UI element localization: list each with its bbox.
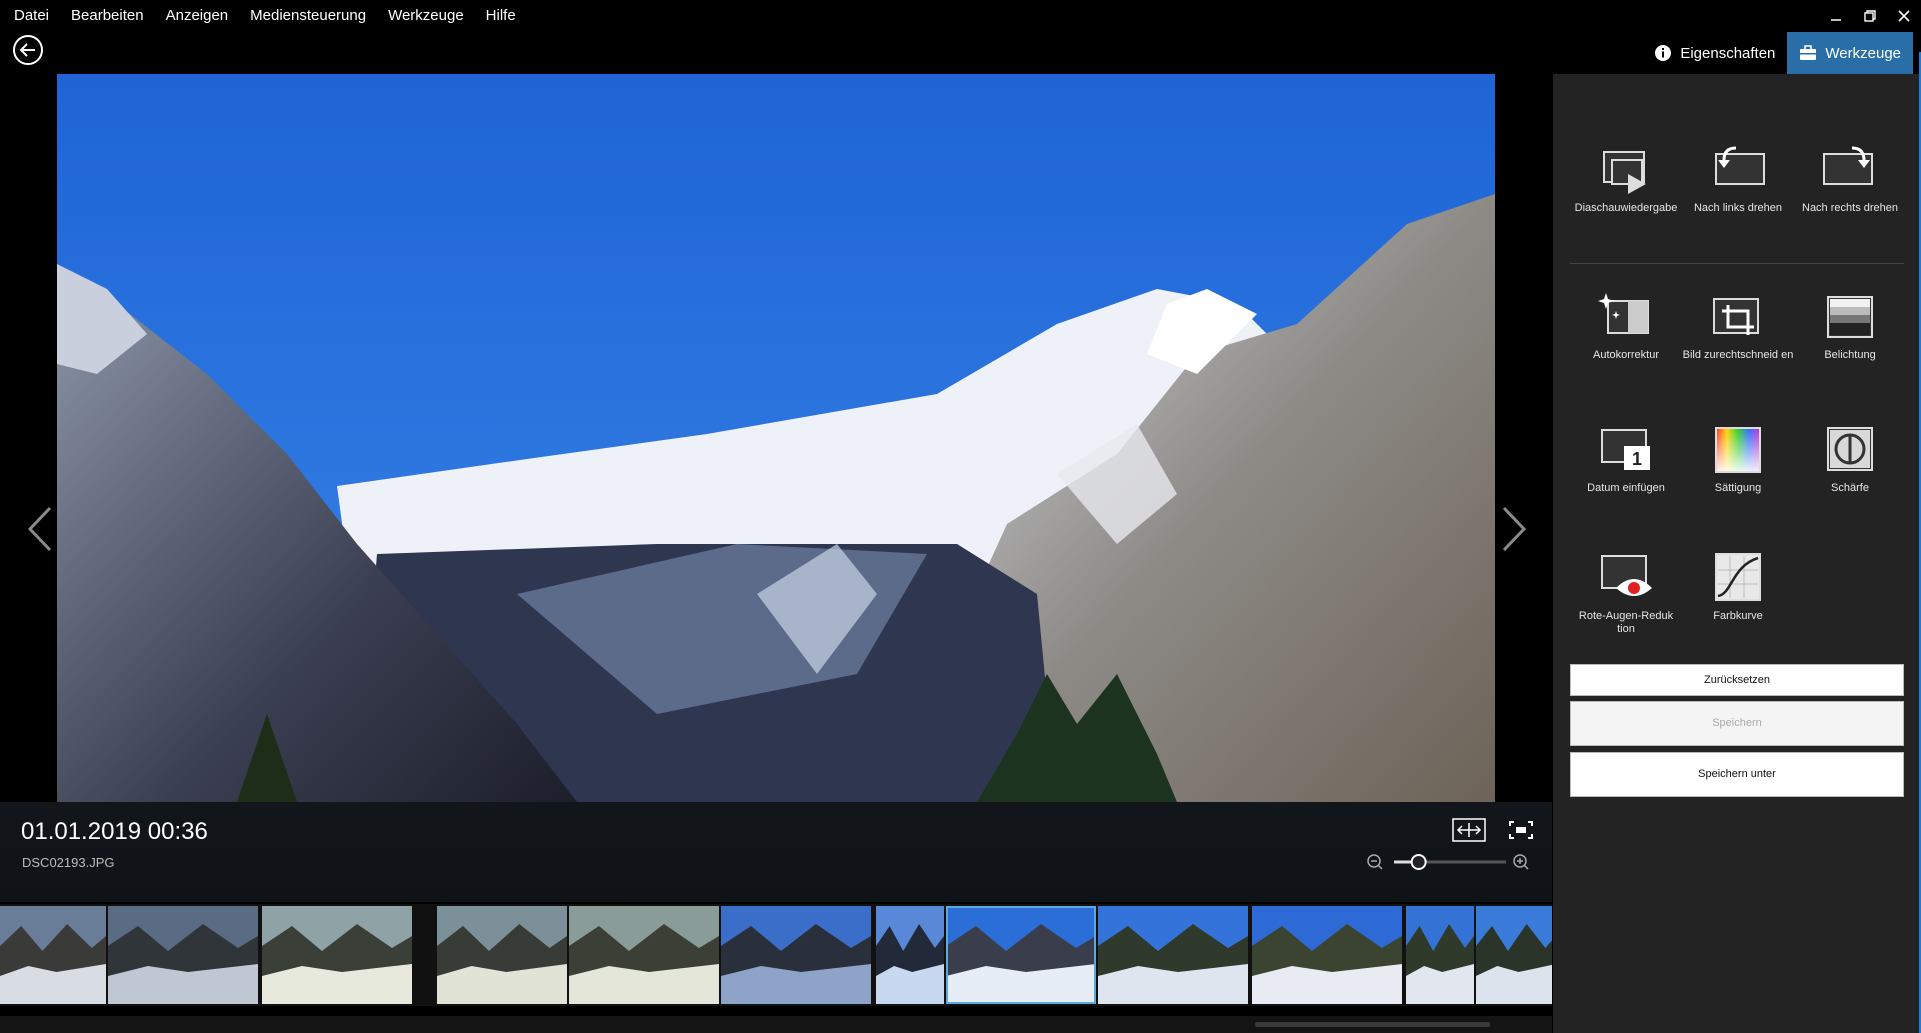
properties-tab[interactable]: Eigenschaften <box>1642 32 1787 74</box>
info-icon <box>1655 45 1672 61</box>
auto-correct-button[interactable]: Autokorrektur <box>1570 287 1682 362</box>
filmstrip-thumbnail[interactable] <box>1476 906 1552 1004</box>
menu-mediensteuerung[interactable]: Mediensteuerung <box>238 0 376 32</box>
panel-tabs: Eigenschaften Werkzeuge <box>1642 32 1913 74</box>
rotate-left-icon <box>1715 146 1765 185</box>
restore-button[interactable] <box>1853 0 1887 32</box>
menu-anzeigen[interactable]: Anzeigen <box>154 0 239 32</box>
color-curve-button[interactable]: Farbkurve <box>1682 548 1794 623</box>
restore-icon <box>1864 10 1876 22</box>
photo-date: 01.01.2019 00:36 <box>21 818 208 845</box>
filmstrip <box>0 904 1552 1006</box>
image-viewer[interactable] <box>0 74 1552 904</box>
zoom-out-icon <box>1367 854 1383 870</box>
crop-icon <box>1713 298 1759 335</box>
reset-button[interactable]: Zurücksetzen <box>1570 664 1904 696</box>
menu-bar: Datei Bearbeiten Anzeigen Mediensteuerun… <box>0 0 1921 32</box>
filmstrip-thumbnail[interactable] <box>108 906 258 1004</box>
sharpness-button[interactable]: Schärfe <box>1794 420 1906 495</box>
auto-correct-icon <box>1598 293 1649 334</box>
sharpness-icon <box>1827 427 1873 471</box>
tools-tab-label: Werkzeuge <box>1825 44 1901 62</box>
red-eye-button[interactable]: Rote-Augen-Reduk tion <box>1570 548 1682 636</box>
filmstrip-thumbnail[interactable] <box>721 906 871 1004</box>
filmstrip-thumbnail[interactable] <box>1406 906 1474 1004</box>
filmstrip-thumbnail[interactable] <box>437 906 567 1004</box>
info-overlay <box>0 802 1552 902</box>
next-arrow-icon[interactable] <box>1498 504 1530 554</box>
photo-filename: DSC02193.JPG <box>22 855 115 870</box>
insert-date-icon: 1 <box>1601 429 1650 470</box>
view-mode-controls <box>1452 818 1538 842</box>
filmstrip-thumbnail[interactable] <box>1252 906 1402 1004</box>
red-eye-icon <box>1601 555 1652 596</box>
saturation-icon <box>1715 427 1761 473</box>
fullscreen-icon[interactable] <box>1504 818 1538 842</box>
menu-datei[interactable]: Datei <box>0 0 59 32</box>
filmstrip-thumbnail[interactable] <box>262 906 412 1004</box>
exposure-button[interactable]: Belichtung <box>1794 287 1906 362</box>
back-button[interactable] <box>12 34 44 66</box>
properties-tab-label: Eigenschaften <box>1680 44 1776 62</box>
scrollbar-thumb[interactable] <box>1255 1022 1490 1027</box>
tools-tab[interactable]: Werkzeuge <box>1787 32 1913 74</box>
minimize-icon <box>1831 19 1841 21</box>
zoom-slider[interactable] <box>1364 852 1534 872</box>
close-icon <box>1898 10 1910 22</box>
svg-text:1: 1 <box>1632 449 1642 469</box>
toolbox-icon <box>1800 45 1817 60</box>
color-curve-icon <box>1715 553 1761 601</box>
save-button[interactable]: Speichern <box>1570 701 1904 746</box>
rotate-left-button[interactable]: Nach links drehen <box>1682 140 1794 215</box>
saturation-button[interactable]: Sättigung <box>1682 420 1794 495</box>
panel-divider <box>1570 263 1904 264</box>
menu-hilfe[interactable]: Hilfe <box>474 0 526 32</box>
fit-to-screen-icon[interactable] <box>1452 818 1486 842</box>
slideshow-button[interactable]: Diaschauwiedergabe <box>1570 140 1682 215</box>
filmstrip-thumbnail[interactable] <box>1098 906 1248 1004</box>
minimize-button[interactable] <box>1819 0 1853 32</box>
zoom-handle <box>1410 854 1427 870</box>
filmstrip-thumbnail[interactable] <box>876 906 944 1004</box>
exposure-icon <box>1827 296 1873 338</box>
close-button[interactable] <box>1887 0 1921 32</box>
window-controls <box>1819 0 1921 32</box>
insert-date-button[interactable]: 1 Datum einfügen <box>1570 420 1682 495</box>
filmstrip-thumbnail[interactable] <box>946 906 1096 1004</box>
slideshow-icon <box>1603 151 1646 194</box>
filmstrip-thumbnail[interactable] <box>569 906 719 1004</box>
menu-werkzeuge[interactable]: Werkzeuge <box>376 0 474 32</box>
rotate-right-button[interactable]: Nach rechts drehen <box>1794 140 1906 215</box>
save-as-button[interactable]: Speichern unter <box>1570 752 1904 797</box>
rotate-right-icon <box>1823 146 1873 185</box>
main-photo <box>57 74 1495 802</box>
zoom-in-icon <box>1513 854 1529 870</box>
previous-arrow-icon[interactable] <box>24 504 56 554</box>
menu-bearbeiten[interactable]: Bearbeiten <box>59 0 154 32</box>
crop-button[interactable]: Bild zurechtschneid en <box>1682 287 1794 362</box>
filmstrip-thumbnail[interactable] <box>0 906 106 1004</box>
